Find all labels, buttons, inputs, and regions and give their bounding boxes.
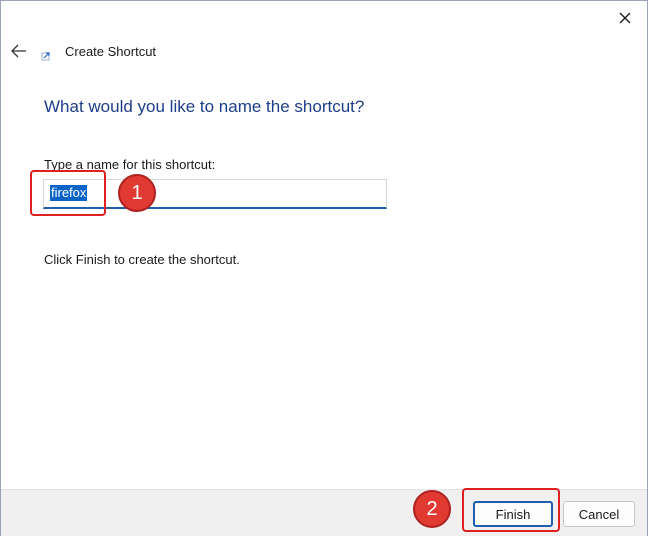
shortcut-name-input[interactable]: firefox bbox=[43, 179, 387, 209]
finish-instructions: Click Finish to create the shortcut. bbox=[44, 252, 240, 267]
finish-button[interactable]: Finish bbox=[473, 501, 553, 527]
shortcut-name-value: firefox bbox=[50, 185, 88, 201]
back-arrow-icon bbox=[11, 44, 26, 58]
close-icon bbox=[619, 12, 631, 24]
back-button[interactable] bbox=[9, 41, 29, 61]
create-shortcut-dialog: Create Shortcut What would you like to n… bbox=[0, 0, 648, 536]
shortcut-name-label: Type a name for this shortcut: bbox=[44, 157, 216, 172]
dialog-footer: Finish Cancel bbox=[1, 489, 647, 536]
close-button[interactable] bbox=[613, 7, 637, 29]
wizard-title: Create Shortcut bbox=[65, 44, 157, 59]
shortcut-icon bbox=[41, 52, 50, 61]
cancel-button[interactable]: Cancel bbox=[563, 501, 635, 527]
page-heading: What would you like to name the shortcut… bbox=[44, 97, 365, 116]
